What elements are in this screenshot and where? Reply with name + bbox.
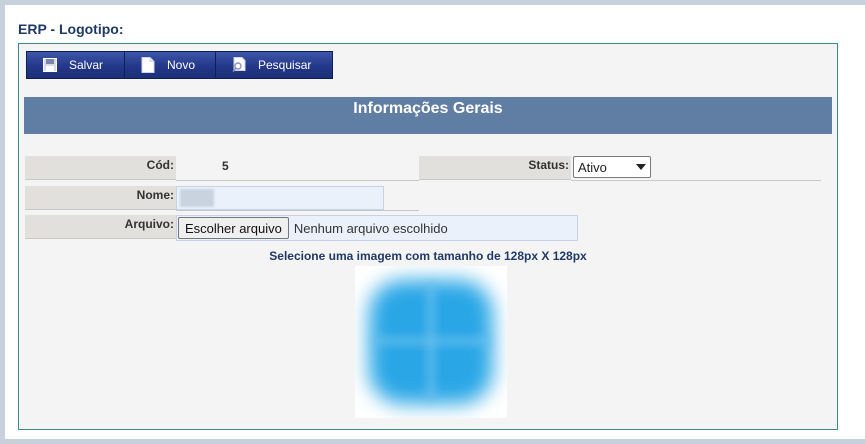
top-strip	[0, 0, 865, 5]
floppy-disk-icon	[43, 57, 57, 73]
choose-file-button[interactable]: Escolher arquivo	[178, 217, 289, 239]
save-button-label: Salvar	[69, 58, 104, 72]
save-button[interactable]: Salvar	[27, 52, 125, 78]
nome-input-value	[180, 189, 214, 207]
left-strip	[0, 0, 5, 444]
search-document-icon	[232, 57, 246, 73]
new-document-icon	[141, 57, 155, 73]
new-button[interactable]: Novo	[125, 52, 216, 78]
section-header: Informações Gerais	[24, 97, 832, 134]
page-title: ERP - Logotipo:	[18, 21, 124, 37]
status-label: Status:	[419, 156, 571, 180]
nome-input[interactable]	[176, 186, 384, 210]
cod-value: 5	[222, 159, 229, 173]
arquivo-label: Arquivo:	[25, 215, 176, 239]
bottom-strip	[5, 439, 865, 444]
image-size-hint: Selecione uma imagem com tamanho de 128p…	[269, 249, 587, 263]
logo-preview	[355, 266, 507, 418]
status-selected-value: Ativo	[578, 159, 607, 175]
search-button-label: Pesquisar	[258, 58, 312, 72]
cod-label: Cód:	[25, 156, 176, 180]
logo-detail-vertical	[428, 284, 434, 400]
file-input[interactable]: Escolher arquivo Nenhum arquivo escolhid…	[176, 215, 578, 241]
file-status-text: Nenhum arquivo escolhido	[293, 220, 448, 236]
toolbar: Salvar Novo Pesquisar	[26, 51, 333, 79]
cod-value-line	[176, 156, 419, 181]
chevron-down-icon	[636, 164, 646, 170]
search-button[interactable]: Pesquisar	[216, 52, 332, 78]
form-panel: Salvar Novo Pesquisar Informações Gerais…	[18, 43, 838, 430]
nome-label: Nome:	[25, 186, 176, 210]
new-button-label: Novo	[167, 58, 196, 72]
status-select[interactable]: Ativo	[573, 156, 651, 178]
